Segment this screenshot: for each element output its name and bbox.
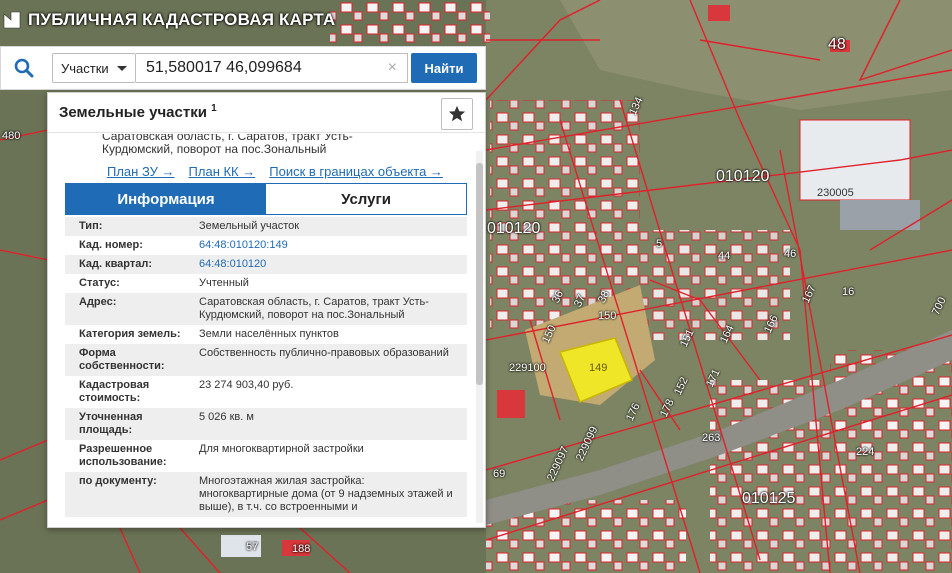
table-row: Кадастровая стоимость: 23 274 903,40 руб… — [65, 376, 467, 408]
table-row: Статус: Учтенный — [65, 274, 467, 293]
plan-kk-link[interactable]: План КК → — [189, 164, 256, 179]
row-key: Разрешенное использование: — [79, 443, 167, 468]
row-key: Кадастровая стоимость: — [79, 379, 150, 404]
find-button[interactable]: Найти — [411, 53, 477, 83]
app-title: ПУБЛИЧНАЯ КАДАСТРОВАЯ КАРТА — [28, 10, 336, 29]
panel-title-count: 1 — [211, 103, 217, 114]
logo-icon[interactable] — [2, 10, 22, 30]
row-value: Земельный участок — [199, 220, 300, 232]
row-key: Категория земель: — [79, 328, 181, 340]
row-value: 5 026 кв. м — [199, 411, 254, 423]
search-bar: Участки 51,580017 46,099684 × Найти — [0, 46, 486, 90]
table-row: Категория земель: Земли населённых пункт… — [65, 325, 467, 344]
search-in-bounds-link[interactable]: Поиск в границах объекта → — [269, 164, 443, 179]
bookmark-button[interactable] — [441, 98, 473, 130]
info-table: Тип: Земельный участок Кад. номер: 64:48… — [65, 217, 467, 517]
row-value: Земли населённых пунктов — [199, 328, 339, 340]
row-value: Саратовская область, г. Саратов, тракт У… — [199, 296, 429, 321]
table-row: Кад. номер: 64:48:010120:149 — [65, 236, 467, 255]
row-key: Статус: — [79, 277, 120, 289]
app-header: ПУБЛИЧНАЯ КАДАСТРОВАЯ КАРТА — [0, 0, 400, 40]
panel-title-text: Земельные участки — [59, 104, 207, 121]
info-panel: Земельные участки 1 Саратовская область,… — [47, 92, 486, 528]
chevron-down-icon — [117, 65, 127, 71]
search-query-text: 51,580017 46,099684 — [146, 59, 302, 76]
table-row: Уточненная площадь: 5 026 кв. м — [65, 408, 467, 440]
row-key: Уточненная площадь: — [79, 411, 143, 436]
row-key: Форма собственности: — [79, 347, 165, 372]
row-key: Адрес: — [79, 296, 117, 308]
table-row: Кад. квартал: 64:48:010120 — [65, 255, 467, 274]
panel-body[interactable]: Саратовская область, г. Саратов, тракт У… — [48, 134, 475, 527]
row-value: 23 274 903,40 руб. — [199, 379, 294, 391]
cadastral-quarter-link[interactable]: 64:48:010120 — [196, 258, 456, 271]
clear-icon[interactable]: × — [388, 59, 397, 77]
panel-title: Земельные участки 1 — [59, 103, 217, 121]
search-input[interactable]: 51,580017 46,099684 × — [136, 53, 408, 83]
table-row: Тип: Земельный участок — [65, 217, 467, 236]
row-value: Для многоквартирной застройки — [199, 443, 364, 455]
row-value: Многоэтажная жилая застройка: многокварт… — [199, 475, 453, 513]
search-type-label: Участки — [61, 60, 109, 76]
plan-zu-link[interactable]: План ЗУ → — [107, 164, 175, 179]
search-icon — [14, 58, 34, 78]
panel-tabs: Информация Услуги — [65, 183, 467, 215]
address-preview: Саратовская область, г. Саратов, тракт У… — [102, 134, 353, 156]
cadastral-number-link[interactable]: 64:48:010120:149 — [196, 239, 456, 252]
row-key: Кад. номер: — [79, 239, 143, 251]
row-value: Собственность публично-правовых образова… — [199, 347, 449, 359]
table-row: Адрес: Саратовская область, г. Саратов, … — [65, 293, 467, 325]
object-links: План ЗУ → План КК → Поиск в границах объ… — [107, 164, 443, 179]
scrollbar-thumb[interactable] — [476, 163, 483, 385]
panel-scrollbar[interactable] — [476, 151, 483, 523]
table-row: Разрешенное использование: Для многоквар… — [65, 440, 467, 472]
row-key: по документу: — [79, 475, 157, 487]
table-row: по документу: Многоэтажная жилая застрой… — [65, 472, 467, 517]
search-type-select[interactable]: Участки — [52, 53, 136, 83]
row-key: Тип: — [79, 220, 103, 232]
panel-header: Земельные участки 1 — [48, 93, 485, 133]
tab-services[interactable]: Услуги — [266, 184, 466, 214]
table-row: Форма собственности: Собственность публи… — [65, 344, 467, 376]
row-key: Кад. квартал: — [79, 258, 153, 270]
tab-information[interactable]: Информация — [66, 184, 266, 214]
search-icon-button[interactable] — [1, 47, 47, 89]
row-value: Учтенный — [199, 277, 249, 289]
star-icon — [448, 105, 466, 122]
